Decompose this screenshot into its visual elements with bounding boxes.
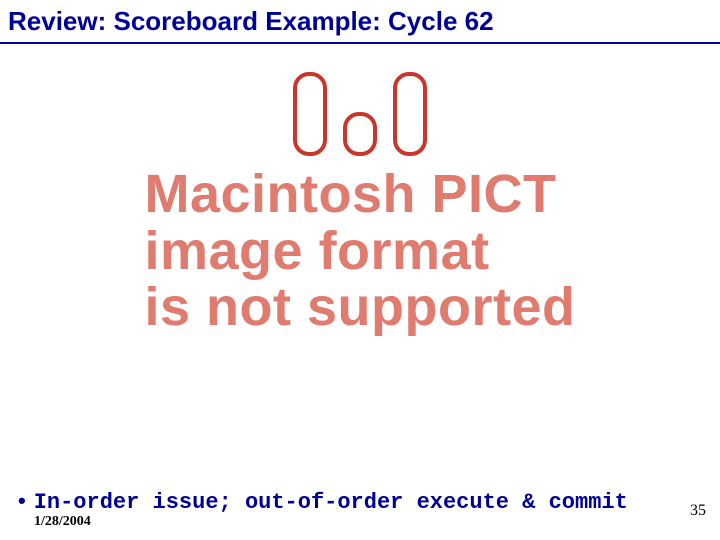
title-underline [0,42,720,44]
highlight-box-icon [293,72,327,156]
bullet-text: In-order issue; out-of-order execute & c… [34,490,628,515]
slide: Review: Scoreboard Example: Cycle 62 Mac… [0,0,720,540]
highlight-boxes [293,72,427,156]
figure-placeholder: Macintosh PICT image format is not suppo… [0,70,720,460]
slide-title: Review: Scoreboard Example: Cycle 62 [8,6,712,37]
bullet-dot-icon: • [18,490,26,512]
pict-line: Macintosh PICT [145,166,576,223]
slide-date: 1/28/2004 [34,514,91,530]
pict-line: image format [145,223,576,280]
pict-unsupported-message: Macintosh PICT image format is not suppo… [145,166,576,336]
highlight-box-icon [393,72,427,156]
pict-line: is not supported [145,279,576,336]
page-number: 35 [690,502,706,520]
highlight-box-icon [343,112,377,156]
bullet-row: • In-order issue; out-of-order execute &… [18,490,628,515]
